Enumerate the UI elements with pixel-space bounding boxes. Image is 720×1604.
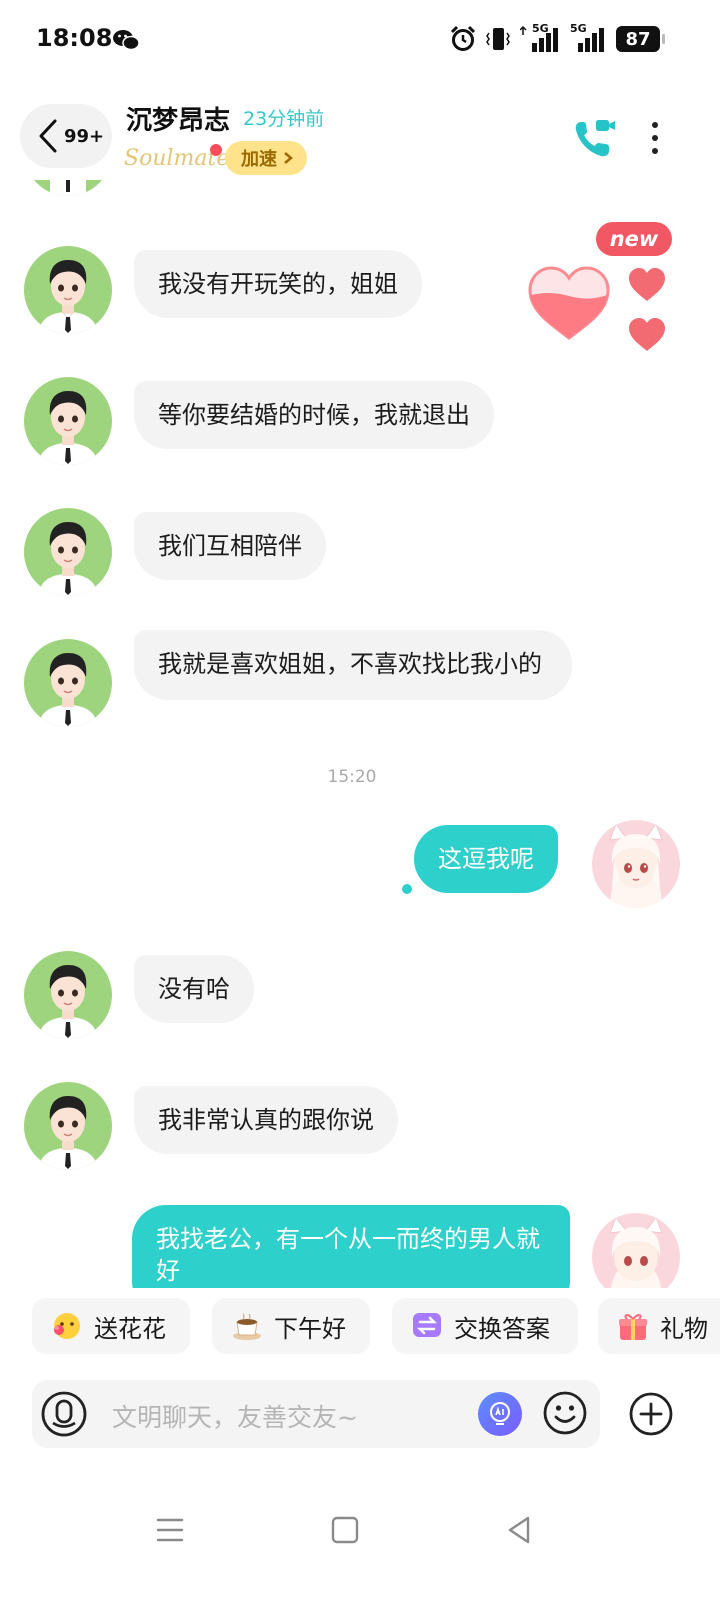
contact-avatar[interactable] [24, 377, 112, 465]
timestamp: 15:20 [327, 767, 377, 787]
quick-actions-bar: 送花花 下午好 交换答案 礼物 [0, 1296, 720, 1356]
quick-action-gift[interactable]: 礼物 [598, 1298, 720, 1354]
emoji-icon[interactable] [542, 1390, 588, 1436]
quick-action-label: 礼物 [660, 1314, 708, 1343]
vibrate-icon [486, 28, 510, 50]
back-nav-icon[interactable] [500, 1510, 540, 1550]
message-list[interactable]: 我没有开玩笑的，姐姐 等你要结婚的时候，我就退出 我们互相陪伴 我就是喜欢姐姐，… [0, 180, 720, 1288]
contact-avatar[interactable] [24, 1082, 112, 1170]
quick-action-label: 送花花 [94, 1314, 166, 1343]
wechat-icon [113, 30, 140, 51]
new-badge: new [596, 222, 672, 256]
signal-2: 5G [570, 22, 606, 53]
dot-icon [652, 148, 658, 154]
more-options-button[interactable] [640, 116, 670, 160]
quick-action-label: 交换答案 [454, 1314, 550, 1343]
status-bar: 18:08 5G 5G 87 [0, 0, 720, 80]
incoming-message[interactable]: 没有哈 [134, 955, 254, 1023]
incoming-message[interactable]: 等你要结婚的时候，我就退出 [134, 381, 494, 449]
heart-icon [629, 268, 665, 301]
chevron-left-icon [39, 119, 57, 153]
signal-bars-icon [520, 25, 558, 52]
unread-count: 99+ [64, 125, 105, 147]
boost-button[interactable]: 加速 [225, 141, 307, 175]
last-seen: 23分钟前 [243, 108, 325, 130]
gift-icon [616, 1309, 650, 1343]
menu-icon[interactable] [150, 1510, 190, 1550]
chat-header: 99+ 沉梦昂志 23分钟前 Soulmate 加速 [0, 90, 720, 190]
status-time: 18:08 [36, 24, 113, 52]
flower-face-icon [50, 1309, 84, 1343]
incoming-message[interactable]: 我们互相陪伴 [134, 512, 326, 580]
quick-action-exchange-answers[interactable]: 交换答案 [392, 1298, 578, 1354]
signal-1: 5G [520, 22, 560, 53]
contact-avatar[interactable] [24, 639, 112, 727]
quick-action-label: 下午好 [274, 1314, 346, 1343]
dot-icon [652, 135, 658, 141]
ai-assistant-button[interactable] [478, 1392, 522, 1436]
status-indicators: 5G 5G 87 [450, 22, 665, 54]
contact-avatar[interactable] [24, 180, 112, 196]
message-input[interactable]: 文明聊天，友善交友~ [112, 1398, 358, 1434]
message-composer: 文明聊天，友善交友~ [32, 1380, 600, 1448]
incoming-message[interactable]: 我非常认真的跟你说 [134, 1086, 398, 1154]
contact-avatar[interactable] [24, 508, 112, 596]
ai-bulb-icon [490, 1402, 510, 1425]
read-status-dot [402, 884, 412, 894]
outgoing-message[interactable]: 我找老公，有一个从一而终的男人就好 [132, 1205, 570, 1288]
boost-label: 加速 [241, 149, 277, 170]
contact-avatar[interactable] [24, 246, 112, 334]
dot-icon [652, 122, 658, 128]
contact-avatar[interactable] [24, 951, 112, 1039]
coffee-icon [230, 1309, 264, 1343]
alarm-icon [450, 25, 476, 51]
battery-indicator: 87 [616, 26, 665, 52]
incoming-message[interactable]: 我没有开玩笑的，姐姐 [134, 250, 422, 318]
my-avatar[interactable] [592, 1213, 680, 1288]
chevron-right-icon [284, 152, 293, 164]
home-icon[interactable] [325, 1510, 365, 1550]
heart-meter-icon[interactable] [528, 266, 610, 340]
heart-icon [629, 318, 665, 351]
system-nav-bar [0, 1490, 720, 1570]
quick-action-send-flower[interactable]: 送花花 [32, 1298, 190, 1354]
voice-input-icon[interactable] [40, 1390, 88, 1438]
add-attachment-icon[interactable] [628, 1391, 674, 1437]
exchange-icon [410, 1309, 444, 1343]
notification-dot [210, 144, 222, 156]
signal-bars-icon [578, 28, 604, 52]
video-call-icon[interactable] [572, 116, 616, 160]
incoming-message[interactable]: 我就是喜欢姐姐，不喜欢找比我小的 [134, 630, 572, 700]
my-avatar[interactable] [592, 820, 680, 908]
back-button[interactable]: 99+ [20, 104, 112, 168]
outgoing-message[interactable]: 这逗我呢 [414, 825, 558, 893]
contact-name[interactable]: 沉梦昂志 [126, 100, 230, 137]
quick-action-good-afternoon[interactable]: 下午好 [212, 1298, 370, 1354]
